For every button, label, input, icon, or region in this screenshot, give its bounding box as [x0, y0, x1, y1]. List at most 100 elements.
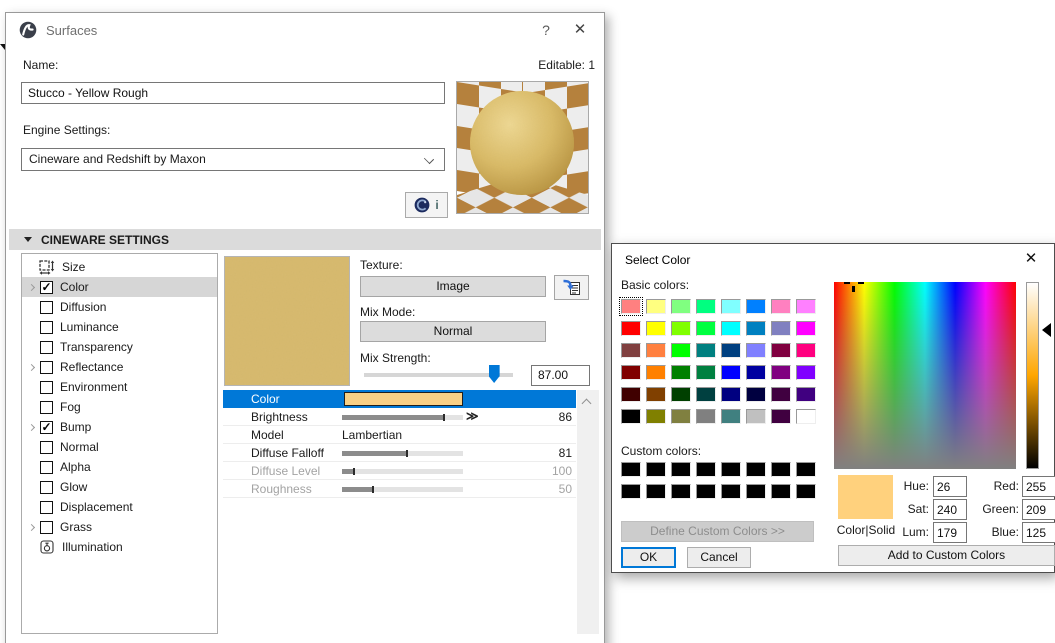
mix-mode-button[interactable]: Normal — [360, 321, 546, 342]
texture-type-button[interactable]: Image — [360, 276, 546, 297]
hue-saturation-field[interactable] — [834, 282, 1016, 469]
basic-color-swatch[interactable] — [746, 299, 766, 314]
basic-color-swatch[interactable] — [696, 365, 716, 380]
basic-color-swatch[interactable] — [696, 321, 716, 336]
basic-color-swatch[interactable] — [621, 365, 641, 380]
channel-checkbox[interactable] — [40, 381, 53, 394]
channel-checkbox[interactable]: ✓ — [40, 421, 53, 434]
cineware-settings-section-header[interactable]: CINEWARE SETTINGS — [9, 229, 601, 250]
channel-checkbox[interactable] — [40, 501, 53, 514]
property-slider[interactable] — [342, 487, 463, 492]
basic-color-swatch[interactable] — [671, 409, 691, 424]
cancel-button[interactable]: Cancel — [687, 547, 751, 568]
channel-checkbox[interactable] — [40, 401, 53, 414]
channel-glow[interactable]: Glow — [22, 477, 217, 497]
basic-color-swatch[interactable] — [721, 343, 741, 358]
channel-size[interactable]: Size — [22, 257, 217, 277]
basic-color-swatch[interactable] — [646, 409, 666, 424]
property-color-swatch[interactable] — [344, 392, 463, 406]
basic-color-swatch[interactable] — [621, 387, 641, 402]
surfaces-titlebar[interactable]: Surfaces ? ✕ — [6, 13, 604, 47]
basic-color-swatch[interactable] — [696, 343, 716, 358]
basic-color-swatch[interactable] — [671, 343, 691, 358]
basic-color-swatch[interactable] — [696, 409, 716, 424]
channel-checkbox[interactable] — [40, 301, 53, 314]
red-input[interactable] — [1022, 476, 1055, 497]
basic-color-swatch[interactable] — [721, 387, 741, 402]
channel-environment[interactable]: Environment — [22, 377, 217, 397]
custom-color-swatch[interactable] — [646, 462, 666, 477]
custom-color-swatch[interactable] — [621, 462, 641, 477]
channel-checkbox[interactable] — [40, 441, 53, 454]
channel-checkbox[interactable] — [40, 461, 53, 474]
basic-color-swatch[interactable] — [746, 321, 766, 336]
add-to-custom-colors-button[interactable]: Add to Custom Colors — [838, 545, 1055, 566]
channel-checkbox[interactable] — [40, 521, 53, 534]
basic-color-swatch[interactable] — [796, 343, 816, 358]
luminance-bar[interactable] — [1026, 282, 1039, 469]
basic-color-swatch[interactable] — [646, 299, 666, 314]
expand-chevron-icon[interactable] — [28, 525, 39, 530]
property-slider[interactable] — [342, 469, 463, 474]
scroll-up-icon[interactable] — [582, 399, 592, 409]
basic-color-swatch[interactable] — [746, 409, 766, 424]
channel-color[interactable]: ✓Color — [22, 277, 217, 297]
channel-fog[interactable]: Fog — [22, 397, 217, 417]
property-slider[interactable] — [342, 451, 463, 456]
mix-strength-handle[interactable] — [489, 365, 500, 383]
custom-color-swatch[interactable] — [796, 484, 816, 499]
mix-strength-slider[interactable] — [364, 373, 513, 377]
basic-color-swatch[interactable] — [671, 365, 691, 380]
define-custom-colors-button[interactable]: Define Custom Colors >> — [621, 521, 814, 542]
channel-alpha[interactable]: Alpha — [22, 457, 217, 477]
basic-color-swatch[interactable] — [796, 387, 816, 402]
properties-scrollbar[interactable] — [577, 390, 599, 634]
channel-reflectance[interactable]: Reflectance — [22, 357, 217, 377]
cinema4d-info-button[interactable]: i — [405, 192, 448, 218]
custom-color-swatch[interactable] — [696, 462, 716, 477]
basic-color-swatch[interactable] — [721, 365, 741, 380]
basic-color-swatch[interactable] — [621, 343, 641, 358]
channel-luminance[interactable]: Luminance — [22, 317, 217, 337]
custom-color-swatch[interactable] — [721, 462, 741, 477]
custom-color-swatch[interactable] — [796, 462, 816, 477]
basic-color-swatch[interactable] — [771, 343, 791, 358]
channel-checkbox[interactable] — [40, 361, 53, 374]
basic-color-swatch[interactable] — [721, 299, 741, 314]
property-row-diffuse-falloff[interactable]: Diffuse Falloff81 — [223, 444, 576, 462]
ok-button[interactable]: OK — [621, 547, 676, 568]
luminance-arrow-icon[interactable] — [1042, 323, 1051, 337]
custom-color-swatch[interactable] — [621, 484, 641, 499]
lum-input[interactable] — [933, 522, 967, 543]
sat-input[interactable] — [933, 499, 967, 520]
custom-color-swatch[interactable] — [696, 484, 716, 499]
property-row-model[interactable]: ModelLambertian — [223, 426, 576, 444]
expand-chevron-icon[interactable] — [28, 425, 39, 430]
custom-color-swatch[interactable] — [671, 484, 691, 499]
basic-color-swatch[interactable] — [696, 387, 716, 402]
help-button[interactable]: ? — [532, 19, 560, 41]
basic-color-swatch[interactable] — [621, 321, 641, 336]
channel-transparency[interactable]: Transparency — [22, 337, 217, 357]
custom-color-swatch[interactable] — [671, 462, 691, 477]
basic-color-swatch[interactable] — [721, 409, 741, 424]
channel-illumination[interactable]: Illumination — [22, 537, 217, 557]
engine-settings-dropdown[interactable]: Cineware and Redshift by Maxon — [21, 148, 445, 171]
basic-color-swatch[interactable] — [796, 409, 816, 424]
basic-color-swatch[interactable] — [671, 321, 691, 336]
property-row-diffuse-level[interactable]: Diffuse Level100 — [223, 462, 576, 480]
close-button[interactable]: ✕ — [566, 19, 594, 41]
channel-displacement[interactable]: Displacement — [22, 497, 217, 517]
custom-color-swatch[interactable] — [746, 462, 766, 477]
channel-normal[interactable]: Normal — [22, 437, 217, 457]
texture-menu-button[interactable] — [554, 275, 589, 300]
expand-chevron-icon[interactable] — [28, 365, 39, 370]
surface-name-input[interactable] — [21, 82, 445, 104]
basic-color-swatch[interactable] — [746, 387, 766, 402]
channel-grass[interactable]: Grass — [22, 517, 217, 537]
expand-chevron-icon[interactable] — [28, 285, 39, 290]
color-close-button[interactable]: ✕ — [1018, 248, 1044, 270]
hue-input[interactable] — [933, 476, 967, 497]
basic-color-swatch[interactable] — [771, 387, 791, 402]
basic-color-swatch[interactable] — [796, 321, 816, 336]
